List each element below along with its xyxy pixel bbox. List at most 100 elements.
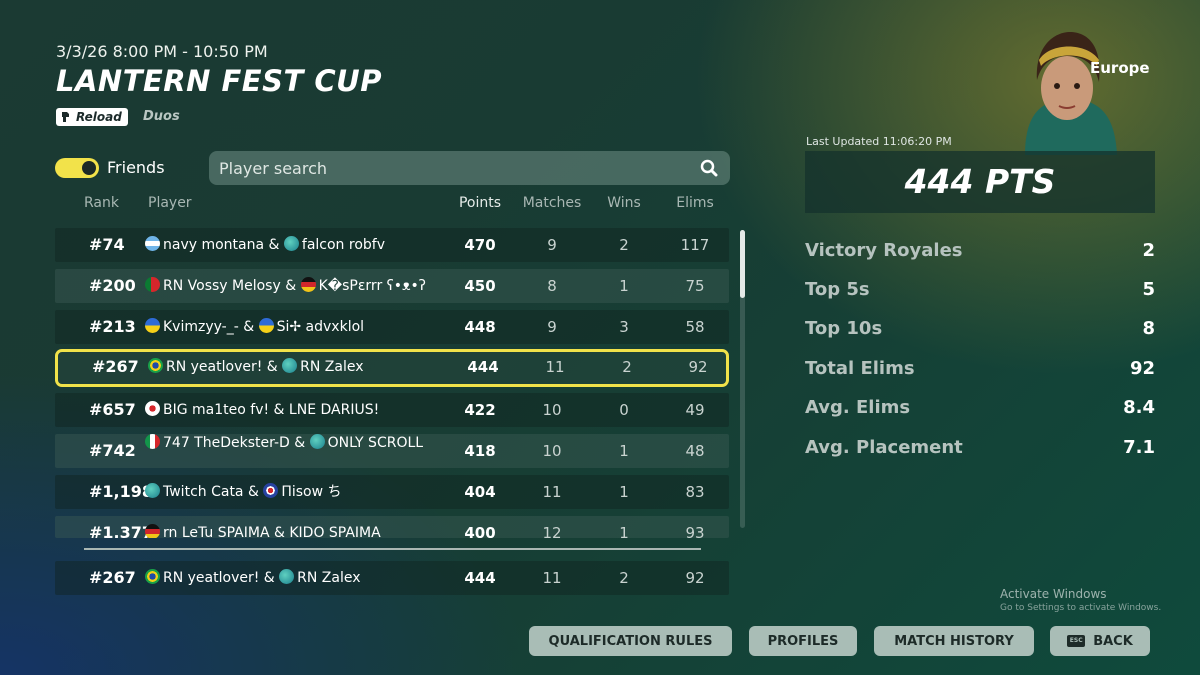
leaderboard-scrollbar[interactable] <box>740 230 745 528</box>
scrollbar-thumb[interactable] <box>740 230 745 298</box>
row-player-name: Twitch Cata & <box>163 484 264 500</box>
row-matches: 11 <box>545 358 565 376</box>
last-updated: Last Updated 11:06:20 PM <box>806 135 952 148</box>
row-player-name: rn LeTu SPAIMA & KIDO SPAIMA <box>163 525 381 538</box>
row-player: BIG ma1teo fv! & LNE DARIUS! <box>145 393 379 427</box>
flag-icon <box>145 569 160 584</box>
row-rank: #267 <box>89 568 136 587</box>
row-player-name: BIG ma1teo fv! & LNE DARIUS! <box>163 402 380 418</box>
player-search-input[interactable] <box>219 151 689 185</box>
back-button[interactable]: ESC BACK <box>1050 626 1150 656</box>
match-history-button[interactable]: MATCH HISTORY <box>874 626 1034 656</box>
row-elims: 83 <box>685 483 705 501</box>
leaderboard-row[interactable]: #213 Kvimzyy-_- & Si✢ advxklol 448 9 3 5… <box>55 310 729 344</box>
row-matches: 12 <box>542 524 562 538</box>
column-header-wins: Wins <box>607 195 641 211</box>
row-player: Twitch Cata & Πisow ち <box>145 475 342 509</box>
row-rank: #1,377 <box>89 523 154 538</box>
row-points: 422 <box>464 401 496 419</box>
column-header-player: Player <box>148 195 192 211</box>
leaderboard-row[interactable]: #1,377 rn LeTu SPAIMA & KIDO SPAIMA 400 … <box>55 516 729 538</box>
flag-icon <box>148 358 163 373</box>
row-points: 448 <box>464 318 496 336</box>
row-elims: 75 <box>685 277 705 295</box>
stat-value: 8 <box>1142 318 1155 339</box>
row-rank: #1,198 <box>89 482 154 501</box>
stat-label: Top 5s <box>805 279 870 300</box>
row-rank: #200 <box>89 276 136 295</box>
event-title: LANTERN FEST CUP <box>56 64 382 98</box>
player-search-box[interactable] <box>209 151 730 185</box>
row-wins: 0 <box>619 401 629 419</box>
row-matches: 11 <box>542 483 562 501</box>
total-points-box: 444 PTS <box>805 151 1155 213</box>
row-rank: #742 <box>89 441 136 460</box>
row-rank: #74 <box>89 235 125 254</box>
esc-key-icon: ESC <box>1067 635 1086 647</box>
leaderboard-row[interactable]: #1,198 Twitch Cata & Πisow ち 404 11 1 83 <box>55 475 729 509</box>
row-points: 444 <box>467 358 499 376</box>
reload-icon <box>62 112 69 122</box>
row-player-name: Kvimzyy-_- & <box>163 319 259 335</box>
row-player-name: 747 TheDekster-D & <box>163 435 310 451</box>
flag-icon <box>145 277 160 292</box>
row-wins: 2 <box>622 358 632 376</box>
leaderboard-row-current-player[interactable]: #267 RN yeatlover! & RN Zalex 444 11 2 9… <box>55 349 729 387</box>
leaderboard-row[interactable]: #657 BIG ma1teo fv! & LNE DARIUS! 422 10… <box>55 393 729 427</box>
row-player: RN Vossy Melosy & K�sPɛrrr ʕ•ᴥ•ʔ <box>145 269 426 303</box>
qualification-rules-button[interactable]: QUALIFICATION RULES <box>529 626 732 656</box>
row-wins: 1 <box>619 442 629 460</box>
row-points: 444 <box>464 569 496 587</box>
watermark-title: Activate Windows <box>1000 587 1107 601</box>
row-wins: 1 <box>619 524 629 538</box>
row-matches: 8 <box>547 277 557 295</box>
pinned-player-row[interactable]: #267 RN yeatlover! & RN Zalex 444 11 2 9… <box>55 561 729 595</box>
row-wins: 1 <box>619 277 629 295</box>
stat-value: 5 <box>1142 279 1155 300</box>
row-rank: #267 <box>92 357 139 376</box>
row-matches: 10 <box>542 442 562 460</box>
row-rank: #213 <box>89 317 136 336</box>
watermark-subtitle: Go to Settings to activate Windows. <box>1000 603 1162 613</box>
row-elims: 93 <box>685 524 705 538</box>
row-player: navy montana & falcon robfv <box>145 228 385 262</box>
row-player: rn LeTu SPAIMA & KIDO SPAIMA <box>145 516 381 538</box>
search-icon[interactable] <box>700 159 718 177</box>
stat-label: Top 10s <box>805 318 883 339</box>
row-player-name-2: Πisow ち <box>281 484 342 500</box>
flag-icon <box>145 236 160 251</box>
row-points: 400 <box>464 524 496 538</box>
friends-toggle[interactable] <box>55 158 99 178</box>
stat-label: Avg. Placement <box>805 437 963 458</box>
globe-icon <box>283 236 299 251</box>
total-points: 444 PTS <box>904 162 1056 201</box>
row-points: 450 <box>464 277 496 295</box>
leaderboard-row[interactable]: #200 RN Vossy Melosy & K�sPɛrrr ʕ•ᴥ•ʔ 45… <box>55 269 729 303</box>
row-player-name: navy montana & <box>163 237 284 253</box>
row-player-name: RN yeatlover! & <box>163 570 280 586</box>
flag-icon <box>145 524 160 538</box>
stat-value: 92 <box>1129 358 1155 379</box>
row-matches: 9 <box>547 236 557 254</box>
row-player-name-2: RN Zalex <box>297 570 361 586</box>
row-points: 470 <box>464 236 496 254</box>
profiles-button[interactable]: PROFILES <box>749 626 857 656</box>
row-matches: 9 <box>547 318 557 336</box>
row-player-name-2: ONLY SCROLL <box>327 435 424 451</box>
row-wins: 3 <box>619 318 629 336</box>
row-elims: 58 <box>685 318 705 336</box>
stat-label: Total Elims <box>805 358 915 379</box>
divider <box>84 548 701 550</box>
row-player-name-2: falcon robfv <box>301 237 385 253</box>
leaderboard-row[interactable]: #74 navy montana & falcon robfv 470 9 2 … <box>55 228 729 262</box>
row-player: RN yeatlover! & RN Zalex <box>148 350 364 384</box>
mode-badge: Reload <box>56 108 128 126</box>
row-player-name-2: K�sPɛrrr ʕ•ᴥ•ʔ <box>318 278 426 294</box>
stat-value: 2 <box>1142 240 1155 261</box>
leaderboard-row[interactable]: #742 747 TheDekster-D & ONLY SCROLL 418 … <box>55 434 729 468</box>
mode-badge-label: Reload <box>76 110 122 124</box>
back-button-label: BACK <box>1093 633 1133 649</box>
row-elims: 117 <box>680 236 710 254</box>
flag-icon <box>145 318 160 333</box>
character-portrait <box>1025 32 1117 155</box>
